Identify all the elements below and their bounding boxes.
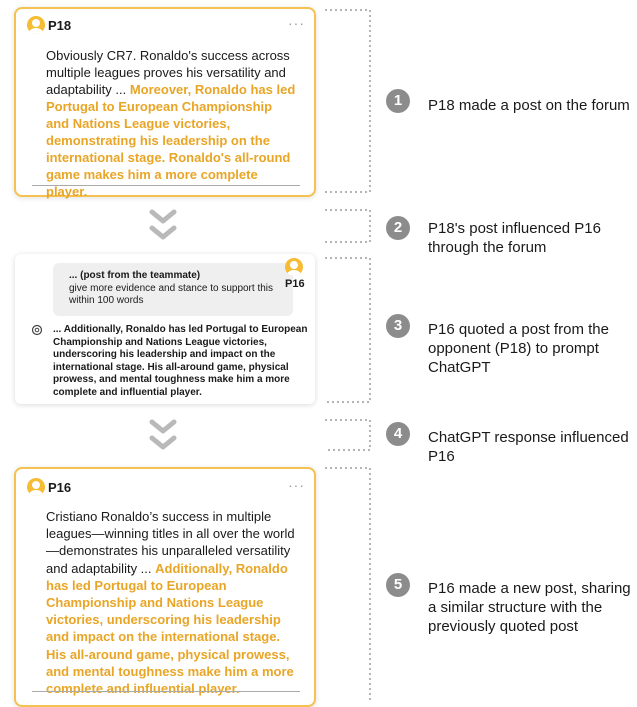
more-options-icon[interactable]: ··· [288, 477, 305, 493]
divider [32, 691, 300, 692]
user-avatar-icon [27, 16, 45, 34]
post-highlight-text: Additionally, Ronaldo has led Portugal t… [46, 560, 294, 697]
step-text: P16 made a new post, sharing a similar s… [428, 580, 631, 635]
more-options-icon[interactable]: ··· [288, 15, 305, 31]
chatgpt-response: ... Additionally, Ronaldo has led Portug… [53, 324, 308, 398]
chevron-down-icon [149, 419, 177, 450]
user-avatar-icon [27, 478, 45, 496]
prompt-bubble: ... (post from the teammate) give more e… [53, 263, 293, 316]
post-body: Obviously CR7. Ronaldo's success across … [46, 47, 296, 200]
user-avatar-icon [285, 258, 303, 276]
post-author: P16 [48, 480, 72, 495]
chatgpt-icon [31, 324, 43, 336]
step-number: 4 [386, 422, 410, 446]
prompt-text: give more evidence and stance to support… [69, 282, 274, 307]
post-highlight-text: Moreover, Ronaldo has led Portugal to Eu… [46, 82, 296, 199]
post-card-bottom: P16 ··· Cristiano Ronaldo’s success in m… [14, 467, 316, 707]
chatgpt-card: ... (post from the teammate) give more e… [15, 254, 315, 404]
divider [32, 185, 300, 186]
step-text: P18 made a post on the forum [428, 97, 630, 114]
step-text: P16 quoted a post from the opponent (P18… [428, 321, 609, 376]
step-number: 2 [386, 216, 410, 240]
post-author: P18 [48, 18, 72, 33]
step-number: 5 [386, 573, 410, 597]
prompt-title: ... (post from the teammate) [69, 270, 201, 281]
step-number: 3 [386, 314, 410, 338]
step-text: ChatGPT response influenced P16 [428, 429, 629, 465]
chevron-down-icon [149, 209, 177, 240]
step-text: P18's post influenced P16 through the fo… [428, 220, 601, 256]
prompt-author: P16 [285, 278, 305, 290]
post-body: Cristiano Ronaldo’s success in multiple … [46, 508, 298, 697]
step-number: 1 [386, 89, 410, 113]
post-card-top: P18 ··· Obviously CR7. Ronaldo's success… [14, 7, 316, 200]
